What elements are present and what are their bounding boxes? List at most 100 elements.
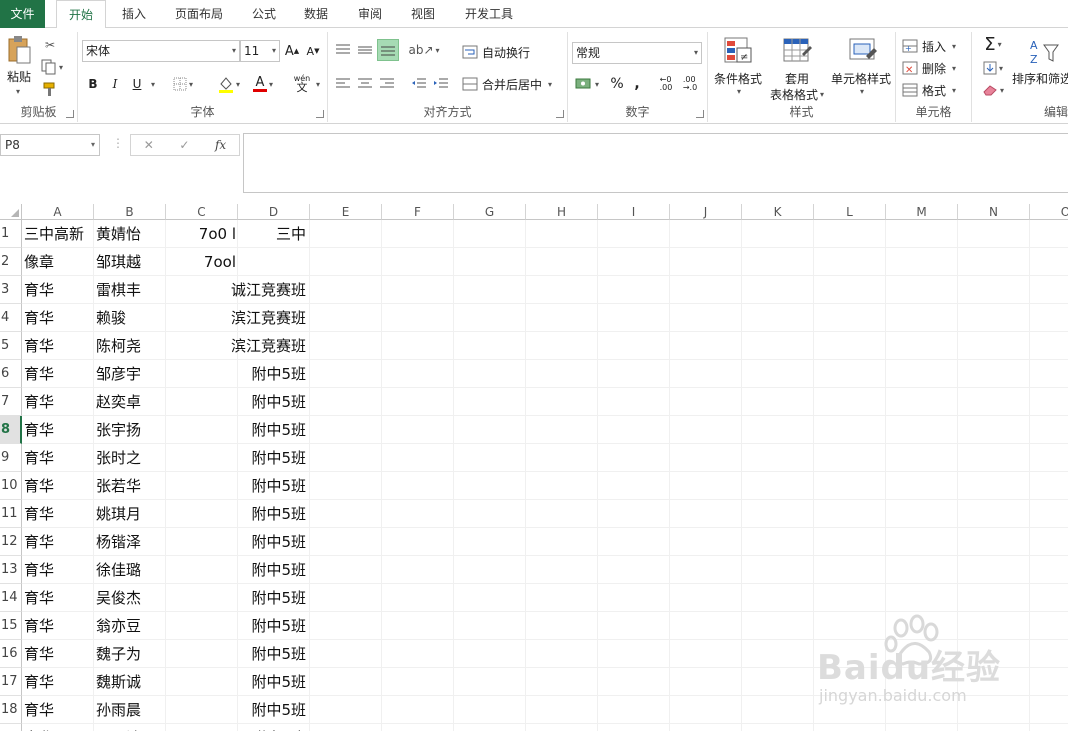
cell-styles-button[interactable]: 单元格样式	[826, 70, 896, 86]
column-header-i[interactable]: I	[598, 204, 670, 220]
cell-d[interactable]: 附中5班	[166, 612, 308, 640]
align-center-icon[interactable]	[356, 74, 374, 94]
align-top-icon[interactable]	[334, 40, 352, 60]
row-header[interactable]: 3	[0, 276, 22, 304]
comma-button[interactable]: ,	[630, 74, 644, 94]
tab-review[interactable]: 审阅	[350, 0, 390, 28]
font-size-select[interactable]: 11 ▾	[240, 40, 280, 62]
cell-b[interactable]: 赖骏	[96, 304, 166, 332]
tab-file[interactable]: 文件	[0, 0, 45, 28]
cell-d[interactable]: 附中5班	[166, 360, 308, 388]
cell-a[interactable]: 育华	[24, 724, 94, 731]
cancel-icon[interactable]: ✕	[144, 138, 154, 152]
column-header-g[interactable]: G	[454, 204, 526, 220]
cell-d[interactable]: 诚江竞赛班	[166, 276, 308, 304]
conditional-format-dropdown-icon[interactable]: ▾	[733, 86, 743, 96]
cell-a[interactable]: 育华	[24, 584, 94, 612]
row-header[interactable]: 7	[0, 388, 22, 416]
row-header[interactable]: 19	[0, 724, 22, 731]
row-header[interactable]: 2	[0, 248, 22, 276]
cell-b[interactable]: 孙雨晨	[96, 696, 166, 724]
orientation-icon[interactable]: ab↗ ▾	[408, 40, 439, 60]
cell-a[interactable]: 育华	[24, 696, 94, 724]
cell-a[interactable]: 育华	[24, 444, 94, 472]
paste-dropdown-icon[interactable]: ▾	[12, 86, 22, 96]
cell-d[interactable]: 附中5班	[166, 500, 308, 528]
cell-a[interactable]: 像章	[24, 248, 94, 276]
shrink-font-icon[interactable]: A ▼	[304, 42, 322, 60]
decrease-indent-icon[interactable]	[410, 74, 428, 94]
row-header[interactable]: 15	[0, 612, 22, 640]
cell-d[interactable]: 附中5班	[166, 584, 308, 612]
format-cells-button[interactable]: 格式 ▾	[902, 80, 966, 100]
cell-a[interactable]: 三中高新	[24, 220, 94, 248]
row-header[interactable]: 8	[0, 416, 22, 444]
cell-d[interactable]: 附中5班	[166, 472, 308, 500]
sort-filter-button[interactable]: 排序和筛选	[1012, 70, 1068, 86]
cell-b[interactable]: 吴俊杰	[96, 584, 166, 612]
font-launcher-icon[interactable]	[316, 110, 324, 118]
fill-icon[interactable]: ▾	[976, 58, 1010, 78]
column-header-e[interactable]: E	[310, 204, 382, 220]
formula-input[interactable]	[243, 133, 1068, 193]
align-bottom-icon[interactable]	[377, 39, 399, 61]
bold-button[interactable]: B	[84, 74, 102, 94]
column-header-n[interactable]: N	[958, 204, 1030, 220]
row-header[interactable]: 16	[0, 640, 22, 668]
cell-b[interactable]: 徐佳璐	[96, 556, 166, 584]
border-icon[interactable]: ▾	[170, 74, 196, 94]
insert-function-icon[interactable]: fx	[215, 138, 226, 152]
underline-dropdown-icon[interactable]: ▾	[146, 74, 158, 94]
wrap-text-button[interactable]: 自动换行	[462, 42, 562, 62]
cell-styles-dropdown-icon[interactable]: ▾	[856, 86, 866, 96]
cell-a[interactable]: 育华	[24, 556, 94, 584]
cell-a[interactable]: 育华	[24, 360, 94, 388]
tab-formulas[interactable]: 公式	[244, 0, 284, 28]
font-name-select[interactable]: 宋体 ▾	[82, 40, 240, 62]
cell-a[interactable]: 育华	[24, 612, 94, 640]
row-header[interactable]: 10	[0, 472, 22, 500]
number-format-select[interactable]: 常规 ▾	[572, 42, 702, 64]
cell-a[interactable]: 育华	[24, 304, 94, 332]
cell-d[interactable]: 滨江竞赛班	[166, 304, 308, 332]
align-right-icon[interactable]	[378, 74, 396, 94]
format-as-table-button[interactable]: 表格格式 ▾	[762, 86, 832, 102]
cell-b[interactable]: 黄婧怡	[96, 220, 166, 248]
cell-b[interactable]: 翁亦豆	[96, 612, 166, 640]
row-header[interactable]: 13	[0, 556, 22, 584]
autosum-icon[interactable]: Σ ▾	[976, 34, 1010, 55]
conditional-format-button[interactable]: 条件格式	[708, 70, 768, 86]
cell-a[interactable]: 育华	[24, 528, 94, 556]
cell-b[interactable]: 雷棋丰	[96, 276, 166, 304]
cell-d[interactable]: 三中	[166, 220, 308, 248]
column-header-m[interactable]: M	[886, 204, 958, 220]
decrease-decimal-icon[interactable]: .00 →.0	[680, 74, 700, 94]
delete-cells-button[interactable]: ✕ 删除 ▾	[902, 58, 966, 78]
sort-filter-icon[interactable]: AZ	[1030, 36, 1060, 68]
align-left-icon[interactable]	[334, 74, 352, 94]
cell-b[interactable]: 邹琪越	[96, 248, 166, 276]
increase-decimal-icon[interactable]: ←0.00	[656, 74, 676, 94]
cell-b[interactable]: 邹彦宇	[96, 360, 166, 388]
cell-b[interactable]: 赵奕卓	[96, 388, 166, 416]
column-header-f[interactable]: F	[382, 204, 454, 220]
cell-a[interactable]: 育华	[24, 640, 94, 668]
column-header-d[interactable]: D	[238, 204, 310, 220]
row-header[interactable]: 18	[0, 696, 22, 724]
phonetic-icon[interactable]: wén 文	[290, 70, 314, 96]
phonetic-dropdown-icon[interactable]: ▾	[312, 74, 322, 94]
cell-d[interactable]: 附中5班	[166, 556, 308, 584]
cell-b[interactable]: 杨锴泽	[96, 528, 166, 556]
cell-d[interactable]: 附中5班	[166, 528, 308, 556]
cell-a[interactable]: 育华	[24, 500, 94, 528]
cell-a[interactable]: 育华	[24, 388, 94, 416]
column-header-j[interactable]: J	[670, 204, 742, 220]
column-header-a[interactable]: A	[22, 204, 94, 220]
currency-icon[interactable]: ▾	[572, 74, 602, 94]
copy-icon[interactable]: ▾	[40, 58, 64, 76]
name-box[interactable]: P8 ▾	[0, 134, 100, 156]
cell-a[interactable]: 育华	[24, 332, 94, 360]
column-header-h[interactable]: H	[526, 204, 598, 220]
tab-page-layout[interactable]: 页面布局	[166, 0, 232, 28]
font-color-icon[interactable]: A ▾	[248, 74, 278, 94]
